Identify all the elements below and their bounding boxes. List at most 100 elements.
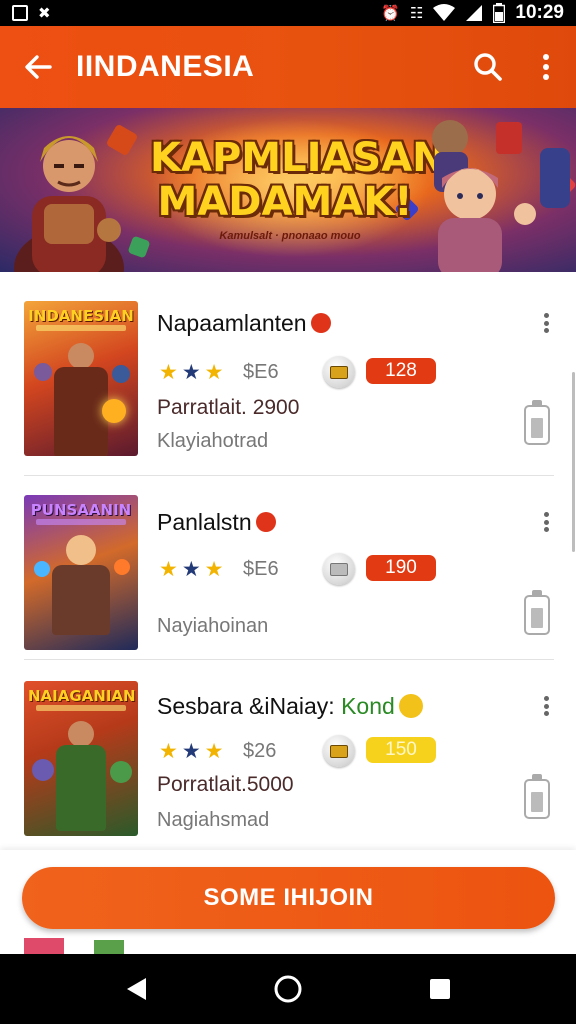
star-icon: ★ — [159, 557, 178, 581]
search-icon — [474, 53, 502, 81]
alarm-icon: ⏰ — [381, 4, 400, 22]
gem-decoration — [127, 235, 151, 259]
square-recents-icon — [430, 979, 450, 999]
next-item-peek — [24, 938, 138, 954]
character-head — [66, 535, 96, 565]
arrow-left-icon — [25, 55, 52, 79]
character-head — [32, 759, 54, 781]
heroes-illustration — [432, 120, 570, 272]
scrollbar[interactable] — [572, 372, 575, 552]
item-meta-secondary: Nayiahoinan — [157, 615, 269, 637]
character-head — [110, 761, 132, 783]
nav-recents-button[interactable] — [416, 965, 464, 1013]
thumbnail-sublabel — [36, 519, 126, 525]
item-more-button[interactable] — [538, 693, 554, 719]
item-price: $26 — [243, 740, 277, 762]
item-title-text: Napaamlanten — [157, 310, 307, 336]
item-title: Sesbara &iNaiay: Kond — [157, 693, 423, 720]
system-nav-bar — [0, 954, 576, 1024]
battery-icon — [493, 3, 506, 23]
item-price: $E6 — [243, 558, 279, 580]
more-options-button[interactable] — [516, 26, 576, 108]
status-left: ✖ — [12, 4, 51, 22]
status-time: 10:29 — [515, 2, 564, 23]
count-pill: 150 — [366, 737, 436, 763]
coin-icon — [323, 553, 355, 585]
page-title: IINDANESIA — [76, 50, 255, 83]
banner-title-line2: MADAMAK! — [157, 179, 413, 225]
rating-stars: ★ ★ ★ — [159, 558, 223, 580]
magic-orb — [34, 561, 50, 577]
thumbnail-label: PUNSAANIN — [30, 501, 132, 519]
item-more-button[interactable] — [538, 310, 554, 336]
status-bar: ✖ ⏰ ☷ 10:29 — [0, 0, 576, 26]
image-icon — [12, 5, 28, 21]
character-head — [112, 365, 130, 383]
game-thumbnail[interactable]: PUNSAANIN — [24, 495, 138, 650]
app-bar: IINDANESIA — [0, 26, 576, 108]
character-body — [52, 565, 110, 635]
star-icon: ★ — [181, 557, 201, 581]
count-pill: 128 — [366, 358, 436, 384]
character-head — [34, 363, 52, 381]
battery-icon — [524, 400, 550, 445]
banner-subtitle: Kamulsalt · pnonaao mouo — [219, 230, 361, 242]
star-icon: ★ — [159, 739, 178, 763]
character-body — [54, 367, 108, 456]
x-icon: ✖ — [38, 4, 51, 22]
battery-icon — [524, 590, 550, 635]
star-icon: ★ — [204, 739, 224, 763]
more-vert-icon — [543, 54, 549, 80]
star-icon: ★ — [181, 360, 201, 384]
signal-icon — [466, 5, 483, 21]
search-button[interactable] — [460, 26, 516, 108]
star-icon: ★ — [181, 739, 201, 763]
character-body — [56, 745, 106, 831]
item-meta-secondary: Nagiahsmad — [157, 809, 270, 831]
badge-icon — [310, 312, 331, 333]
fire-orb — [102, 399, 126, 423]
item-title: Panlalstn — [157, 509, 276, 536]
coin-icon — [323, 356, 355, 388]
badge-icon — [255, 511, 276, 532]
vibrate-icon: ☷ — [409, 4, 424, 22]
star-icon: ★ — [159, 360, 178, 384]
thumbnail-label: NAIAGANIAN — [28, 687, 136, 705]
wifi-icon — [433, 4, 456, 21]
banner-title: KAPMLIASANI MADAMAK! — [150, 135, 461, 225]
game-thumbnail[interactable]: INDANESIAN — [24, 301, 138, 456]
magic-orb — [114, 559, 130, 575]
rating-stars: ★ ★ ★ — [159, 361, 223, 383]
star-icon: ★ — [204, 557, 224, 581]
item-title-accent: Kond — [341, 693, 395, 719]
nav-home-button[interactable] — [264, 965, 312, 1013]
battery-icon — [524, 774, 550, 819]
primary-cta-button[interactable]: SOME IHIJOIN — [22, 867, 555, 929]
character-head — [68, 721, 94, 747]
bottom-action-area: SOME IHIJOIN — [0, 850, 576, 954]
circle-home-icon — [274, 975, 302, 1003]
item-meta-primary: Parratlait. 2900 — [157, 396, 300, 419]
item-title: Napaamlanten — [157, 310, 331, 337]
banner-title-line1: KAPMLIASANI — [150, 135, 461, 181]
promo-banner[interactable]: KAPMLIASANI MADAMAK! Kamulsalt · pnonaao… — [0, 108, 576, 272]
count-pill: 190 — [366, 555, 436, 581]
rating-stars: ★ ★ ★ — [159, 740, 223, 762]
list-item[interactable]: NAIAGANIAN Sesbara &iNaiay: Kond ★ ★ ★ $… — [0, 659, 576, 843]
item-title-text: Sesbara &iNaiay: — [157, 693, 342, 719]
item-meta-primary: Porratlait.5000 — [157, 773, 294, 796]
nav-back-button[interactable] — [112, 965, 160, 1013]
item-more-button[interactable] — [538, 509, 554, 535]
thumbnail-sublabel — [36, 705, 126, 711]
coin-icon — [323, 735, 355, 767]
status-right: ⏰ ☷ 10:29 — [381, 2, 564, 24]
thumbnail-label: INDANESIAN — [28, 307, 134, 325]
star-icon: ★ — [204, 360, 224, 384]
back-button[interactable] — [0, 26, 76, 108]
game-thumbnail[interactable]: NAIAGANIAN — [24, 681, 138, 836]
list-item[interactable]: INDANESIAN Napaamlanten ★ ★ ★ $E6 128 Pa… — [0, 272, 576, 456]
thumbnail-sublabel — [36, 325, 126, 331]
list-item[interactable]: PUNSAANIN Panlalstn ★ ★ ★ $E6 190 Nayiah… — [0, 475, 576, 659]
item-meta-secondary: Klayiahotrad — [157, 430, 269, 452]
item-title-text: Panlalstn — [157, 509, 252, 535]
